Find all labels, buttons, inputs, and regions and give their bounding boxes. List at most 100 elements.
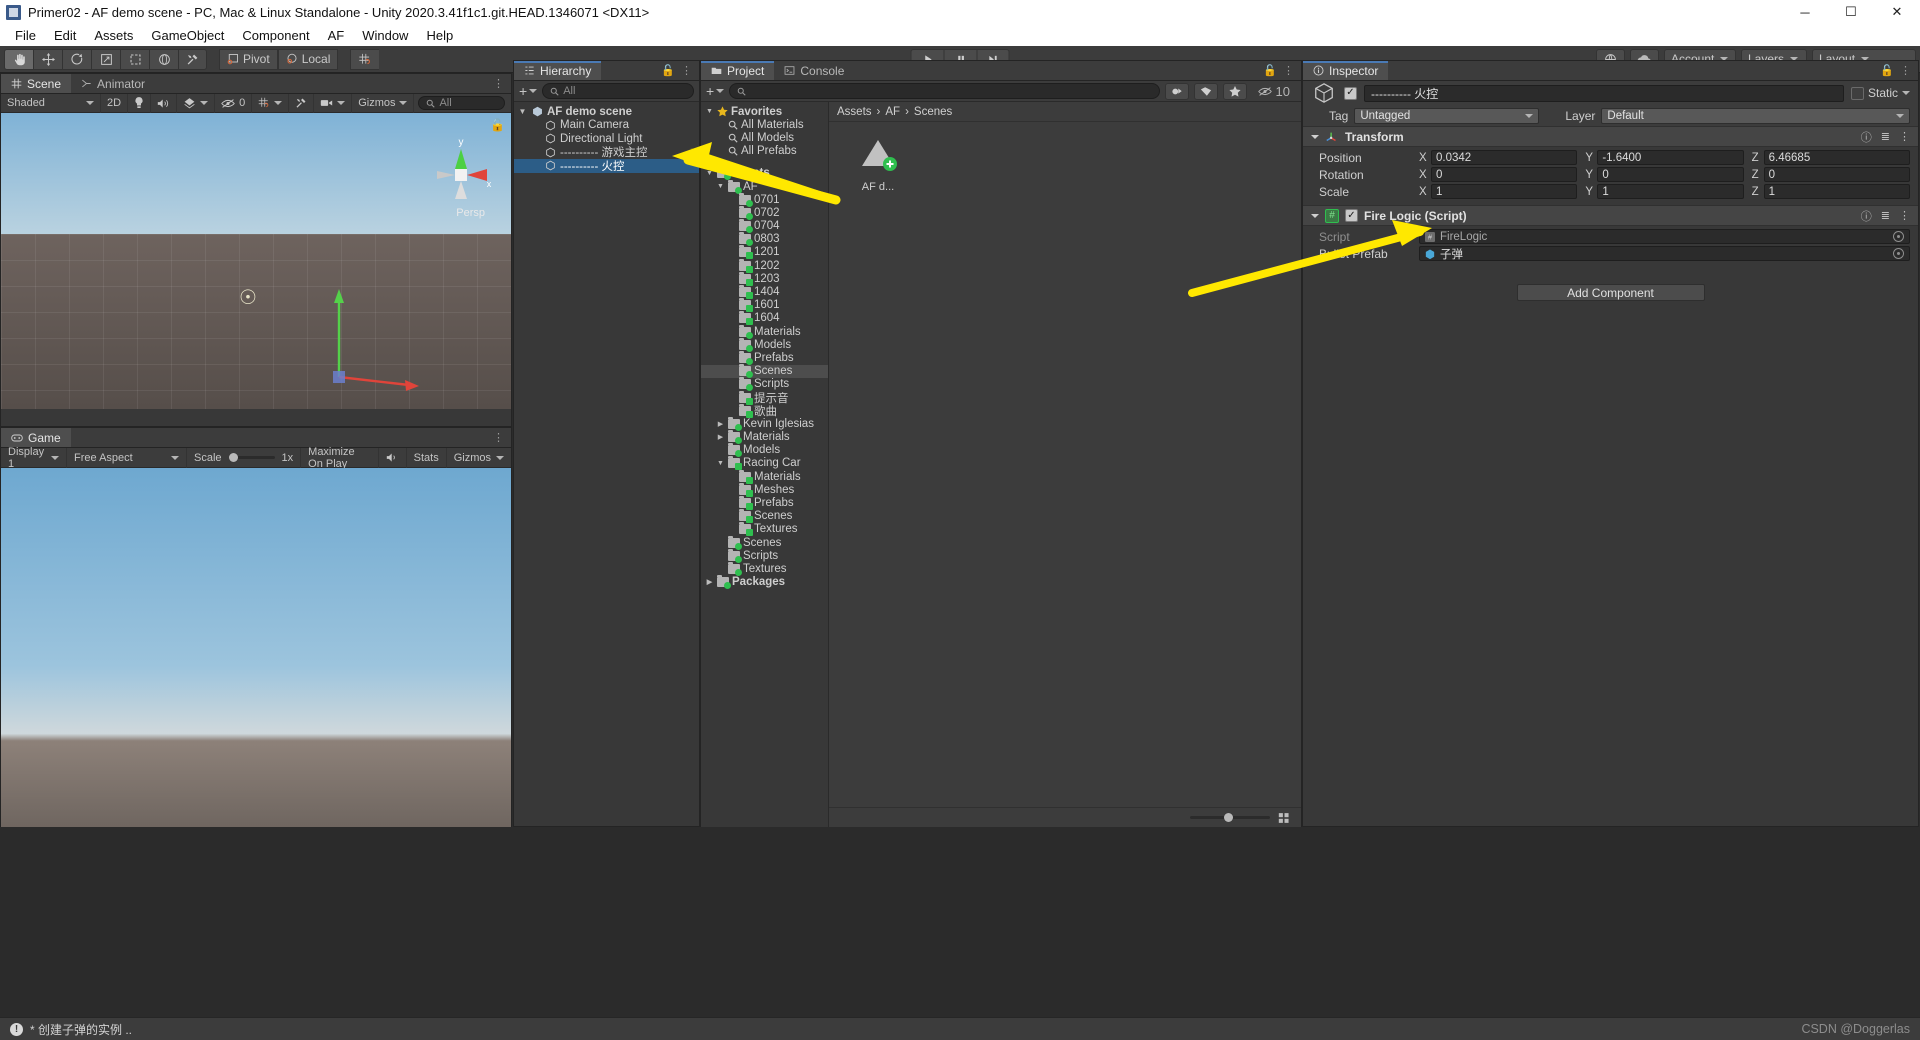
scene-fx-dropdown[interactable] — [177, 93, 216, 113]
tab-project[interactable]: Project — [701, 61, 775, 80]
project-tree-item[interactable]: Models — [701, 337, 828, 352]
scene-hidden-objects[interactable]: 0 — [215, 93, 253, 113]
hierarchy-search-input[interactable]: All — [542, 83, 694, 99]
gameobject-enabled-checkbox[interactable]: ✓ — [1344, 86, 1357, 100]
scene-tab-menu[interactable]: ⋮ — [493, 74, 511, 93]
scene-camera-dropdown[interactable] — [314, 93, 353, 113]
tab-hierarchy[interactable]: Hierarchy — [514, 61, 602, 80]
kebab-icon[interactable]: ⋮ — [681, 64, 692, 77]
hierarchy-item[interactable]: ▼ AF demo scene — [514, 105, 699, 119]
menu-item-component[interactable]: Component — [233, 26, 318, 45]
project-add-button[interactable]: + — [706, 83, 725, 99]
asset-tile[interactable]: AF d... — [845, 134, 911, 193]
chevron-right-icon[interactable]: ▶ — [716, 420, 725, 428]
hierarchy-add-button[interactable]: + — [519, 83, 538, 99]
transform-gizmo[interactable] — [311, 285, 431, 405]
type-filter-icon[interactable] — [1164, 82, 1189, 100]
static-checkbox[interactable] — [1850, 86, 1864, 100]
scene-orientation-gizmo[interactable]: y x — [429, 135, 493, 205]
project-tree-item[interactable]: ▶ Packages — [701, 575, 828, 590]
project-tree-item[interactable]: Textures — [701, 522, 828, 537]
scene-2d-toggle[interactable]: 2D — [101, 93, 129, 113]
rotate-tool-icon[interactable] — [62, 48, 91, 70]
scene-search-input[interactable]: All — [418, 96, 505, 110]
project-tree-item[interactable]: Scenes — [701, 364, 828, 379]
project-asset-grid[interactable]: AF d... — [829, 122, 1301, 807]
rect-tool-icon[interactable] — [120, 48, 149, 70]
preset-icon[interactable]: ≣ — [1881, 130, 1890, 143]
project-tree-item[interactable]: ▼ AF — [701, 179, 828, 194]
pivot-toggle-button[interactable]: Pivot — [219, 48, 278, 70]
kebab-icon[interactable]: ⋮ — [1283, 64, 1294, 77]
stats-toggle[interactable]: Stats — [407, 447, 447, 468]
aspect-dropdown[interactable]: Free Aspect — [67, 447, 187, 468]
game-viewport[interactable] — [1, 468, 511, 827]
hierarchy-item[interactable]: ---------- 火控 — [514, 159, 699, 173]
project-tree-item[interactable]: ▶ Materials — [701, 430, 828, 445]
label-filter-icon[interactable] — [1193, 82, 1218, 100]
menu-item-file[interactable]: File — [6, 26, 45, 45]
hierarchy-item[interactable]: Main Camera — [514, 119, 699, 133]
project-tree-item[interactable]: Prefabs — [701, 350, 828, 365]
tab-scene[interactable]: Scene — [1, 74, 72, 93]
project-tree-item[interactable]: ▶ Kevin Iglesias — [701, 416, 828, 431]
project-zoom-slider[interactable] — [1190, 813, 1270, 822]
help-icon[interactable]: ⓘ — [1861, 208, 1872, 224]
firelogic-object-field[interactable]: # FireLogic — [1419, 229, 1910, 244]
project-tree-item[interactable]: Meshes — [701, 482, 828, 497]
project-tree-item[interactable]: 1203 — [701, 271, 828, 286]
breadcrumb-item-assets[interactable]: Assets — [837, 106, 872, 118]
transform-foldout-icon[interactable] — [1311, 134, 1319, 139]
menu-item-assets[interactable]: Assets — [85, 26, 142, 45]
position-x-input[interactable]: 0.0342 — [1431, 150, 1578, 165]
rotation-y-input[interactable]: 0 — [1597, 167, 1744, 182]
project-tree-item[interactable]: All Models — [701, 131, 828, 144]
tab-console[interactable]: Console — [774, 61, 855, 80]
menu-item-edit[interactable]: Edit — [45, 26, 85, 45]
chevron-down-icon[interactable]: ▼ — [716, 460, 725, 467]
chevron-right-icon[interactable]: ▶ — [705, 578, 714, 586]
scale-z-input[interactable]: 1 — [1763, 184, 1910, 199]
rotation-x-input[interactable]: 0 — [1431, 167, 1578, 182]
project-tree-item[interactable]: Textures — [701, 561, 828, 576]
project-tree-item[interactable]: Materials — [701, 469, 828, 484]
scale-x-input[interactable]: 1 — [1431, 184, 1578, 199]
project-tree-item[interactable]: 1601 — [701, 298, 828, 313]
tab-game[interactable]: Game — [1, 428, 71, 447]
scale-y-input[interactable]: 1 — [1597, 184, 1744, 199]
tab-animator[interactable]: Animator — [71, 74, 156, 93]
kebab-icon[interactable]: ⋮ — [1899, 209, 1910, 222]
game-tab-menu[interactable]: ⋮ — [493, 428, 511, 447]
scale-slider-group[interactable]: Scale 1x — [187, 447, 302, 468]
scale-slider-knob[interactable] — [228, 453, 238, 462]
display-dropdown[interactable]: Display 1 — [1, 446, 67, 470]
chevron-down-icon[interactable]: ▼ — [705, 108, 714, 115]
transform-component-header[interactable]: Transform ⓘ ≣ ⋮ — [1303, 126, 1918, 147]
project-hidden-count[interactable]: 10 — [1252, 82, 1296, 101]
project-zoom-knob[interactable] — [1223, 813, 1233, 822]
project-tree-item[interactable]: ▼ Racing Car — [701, 456, 828, 471]
tag-dropdown[interactable]: Untagged — [1354, 107, 1540, 124]
favorite-filter-icon[interactable] — [1222, 82, 1247, 100]
scene-grid-dropdown[interactable] — [252, 93, 290, 113]
menu-item-window[interactable]: Window — [353, 26, 417, 45]
preset-icon[interactable]: ≣ — [1881, 209, 1890, 222]
project-tree-item[interactable]: Scripts — [701, 548, 828, 563]
project-tree-item[interactable]: 1202 — [701, 258, 828, 273]
project-tree-item[interactable]: All Materials — [701, 118, 828, 131]
chevron-down-icon[interactable]: ▼ — [705, 170, 714, 177]
chevron-right-icon[interactable]: ▶ — [716, 433, 725, 441]
close-button[interactable]: ✕ — [1874, 0, 1920, 24]
maximize-on-play-toggle[interactable]: Maximize On Play — [301, 446, 379, 470]
project-tree-item[interactable]: ▼ Assets — [701, 166, 828, 181]
project-tree-item[interactable]: Prefabs — [701, 496, 828, 511]
scale-tool-icon[interactable] — [91, 48, 120, 70]
directional-light-gizmo[interactable]: ☉ — [239, 285, 257, 310]
help-icon[interactable]: ⓘ — [1861, 129, 1872, 145]
error-icon[interactable]: ! — [10, 1022, 23, 1036]
maximize-button[interactable]: ☐ — [1828, 0, 1874, 24]
kebab-icon[interactable]: ⋮ — [493, 431, 504, 444]
project-tree-item[interactable]: 0701 — [701, 192, 828, 207]
scene-viewport[interactable]: ☉ y x Persp 🔓 — [1, 113, 511, 409]
object-picker-icon[interactable] — [1893, 231, 1904, 242]
